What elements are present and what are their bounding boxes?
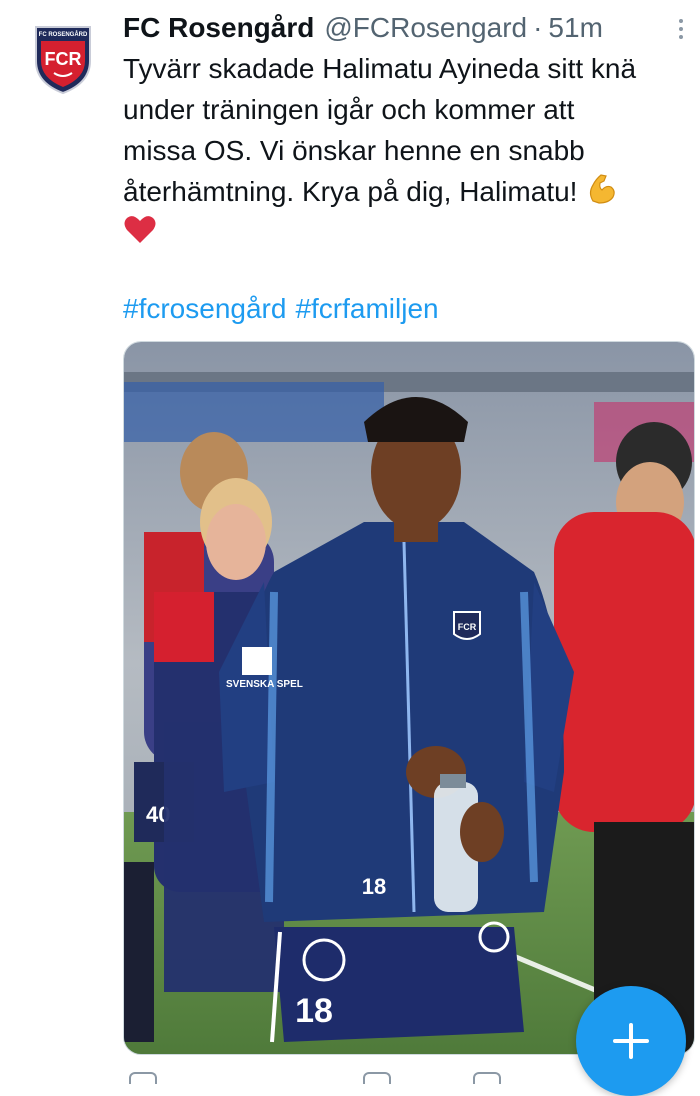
tweet[interactable]: FC ROSENGÅRD FCR FC Rosengård @FCRosenga… bbox=[0, 0, 700, 1096]
shorts-number: 18 bbox=[295, 992, 333, 1030]
tweet-text-line: återhämtning. Krya på dig, Halimatu! bbox=[123, 176, 578, 207]
jacket-crest-letters: FCR bbox=[458, 622, 477, 632]
jacket-number: 18 bbox=[362, 874, 386, 899]
tweet-photo[interactable]: 40 FCR SVENSKA SPEL 18 18 bbox=[123, 341, 695, 1055]
more-options-icon[interactable] bbox=[668, 14, 694, 44]
tweet-text-line: Tyvärr skadade Halimatu Ayineda sitt knä bbox=[123, 53, 637, 84]
hashtag-link[interactable]: #fcrfamiljen bbox=[295, 293, 438, 324]
compose-plus-icon bbox=[613, 1023, 649, 1059]
like-icon[interactable] bbox=[473, 1072, 501, 1084]
tweet-text-line: missa OS. Vi önskar henne en snabb bbox=[123, 135, 585, 166]
author-name[interactable]: FC Rosengård bbox=[123, 10, 314, 46]
tweet-text: Tyvärr skadade Halimatu Ayineda sitt knä… bbox=[123, 48, 700, 253]
logo-arc-text: FC ROSENGÅRD bbox=[39, 31, 88, 38]
sponsor-text: SVENSKA SPEL bbox=[226, 679, 303, 690]
timestamp[interactable]: 51m bbox=[548, 10, 602, 46]
reply-icon[interactable] bbox=[129, 1072, 157, 1084]
tweet-text-line-emoji bbox=[123, 212, 700, 253]
tweet-text-line: under träningen igår och kommer att bbox=[123, 94, 575, 125]
retweet-icon[interactable] bbox=[363, 1072, 391, 1084]
player-photo: 40 FCR SVENSKA SPEL 18 18 bbox=[124, 342, 694, 1054]
hashtag-link[interactable]: #fcrosengård bbox=[123, 293, 286, 324]
flexed-biceps-icon bbox=[585, 171, 619, 216]
red-heart-icon bbox=[123, 213, 157, 253]
avatar[interactable]: FC ROSENGÅRD FCR bbox=[18, 14, 108, 104]
hashtags: #fcrosengård #fcrfamiljen bbox=[123, 288, 448, 329]
fc-rosengard-logo-icon: FC ROSENGÅRD FCR bbox=[35, 26, 91, 95]
separator-dot: · bbox=[533, 12, 543, 43]
logo-letters: FCR bbox=[45, 49, 82, 69]
author-handle[interactable]: @FCRosengard bbox=[324, 10, 527, 46]
tweet-header: FC Rosengård @FCRosengard · 51m bbox=[123, 10, 663, 46]
tweet-text-line-with-emoji: återhämtning. Krya på dig, Halimatu! bbox=[123, 171, 700, 212]
